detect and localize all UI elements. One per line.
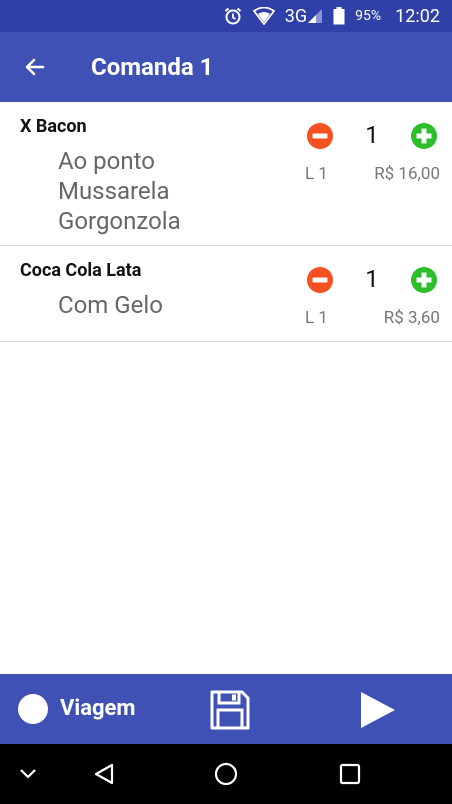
item-price: R$ 3,60: [383, 308, 440, 328]
increase-quantity-button[interactable]: [410, 122, 438, 150]
item-name: X Bacon: [20, 116, 87, 137]
item-quantity: 1: [365, 121, 379, 149]
chevron-down-icon: [20, 769, 36, 779]
modifier: Ao ponto: [58, 147, 155, 175]
viagem-radio[interactable]: [18, 694, 48, 724]
nav-recents-button[interactable]: [330, 744, 370, 804]
item-line: L 1: [305, 308, 328, 328]
system-navigation-bar: [0, 744, 452, 804]
order-item-coca-cola-lata[interactable]: Coca Cola Lata Com Gelo 1 L 1 R$ 3,60: [0, 246, 452, 342]
item-line: L 1: [305, 164, 328, 184]
order-item-x-bacon[interactable]: X Bacon Ao ponto Mussarela Gorgonzola 1 …: [0, 102, 452, 246]
modifier: Gorgonzola: [58, 207, 181, 235]
plus-circle-icon: [411, 267, 437, 293]
app-bar: Comanda 1: [0, 32, 452, 102]
item-modifiers: Ao ponto Mussarela Gorgonzola: [58, 146, 181, 236]
back-button[interactable]: [0, 32, 70, 102]
triangle-back-icon: [94, 763, 114, 785]
modifier: Com Gelo: [58, 291, 163, 319]
bottom-action-bar: Viagem: [0, 674, 452, 744]
hide-keyboard-button[interactable]: [10, 744, 46, 804]
clock: 12:02: [395, 5, 440, 27]
minus-circle-icon: [307, 267, 333, 293]
signal-icon: [308, 9, 323, 23]
decrease-quantity-button[interactable]: [306, 122, 334, 150]
battery-percent: 95%: [355, 8, 382, 24]
viagem-label[interactable]: Viagem: [60, 696, 135, 721]
network-type-text: 3G: [284, 5, 308, 27]
circle-home-icon: [214, 762, 238, 786]
status-bar: 3G 95% 12:02: [0, 0, 452, 32]
order-item-list: X Bacon Ao ponto Mussarela Gorgonzola 1 …: [0, 102, 452, 342]
alarm-icon: [223, 6, 243, 26]
save-button[interactable]: [208, 688, 252, 732]
play-icon: [361, 692, 395, 728]
item-modifiers: Com Gelo: [58, 290, 163, 320]
wifi-icon: [252, 7, 275, 25]
floppy-disk-icon: [210, 690, 250, 730]
square-recents-icon: [339, 763, 361, 785]
arrow-left-icon: [25, 58, 45, 76]
minus-circle-icon: [307, 123, 333, 149]
item-price: R$ 16,00: [374, 164, 440, 184]
plus-circle-icon: [411, 123, 437, 149]
item-quantity: 1: [365, 265, 379, 293]
battery-icon: [333, 7, 345, 25]
page-title: Comanda 1: [91, 53, 214, 81]
decrease-quantity-button[interactable]: [306, 266, 334, 294]
nav-home-button[interactable]: [206, 744, 246, 804]
nav-back-button[interactable]: [84, 744, 124, 804]
item-name: Coca Cola Lata: [20, 260, 142, 281]
send-button[interactable]: [358, 690, 398, 730]
increase-quantity-button[interactable]: [410, 266, 438, 294]
modifier: Mussarela: [58, 177, 170, 205]
